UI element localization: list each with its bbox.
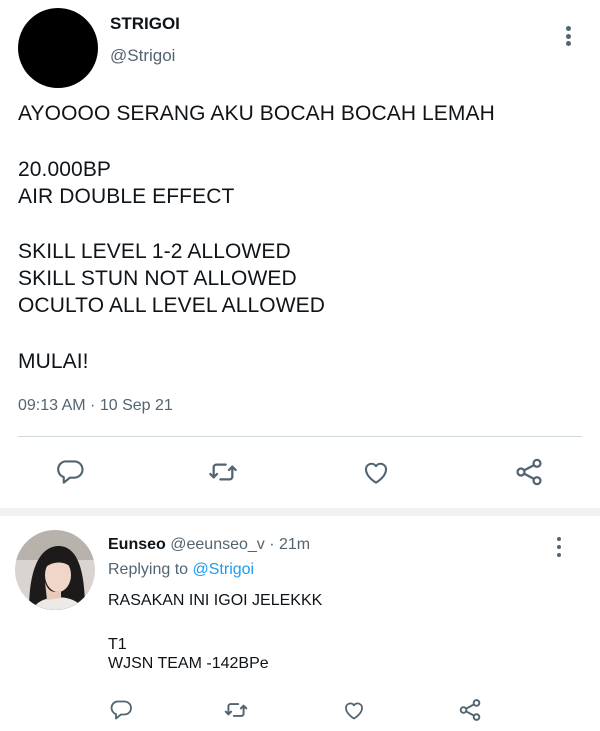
user-handle[interactable]: @eeunseo_v <box>170 536 265 553</box>
tweet-text-line: MULAI! <box>18 350 89 373</box>
tweet-text-line: SKILL LEVEL 1-2 ALLOWED <box>18 240 291 263</box>
user-handle[interactable]: @Strigoi <box>110 46 175 66</box>
thread-separator <box>0 508 600 516</box>
like-icon[interactable] <box>336 692 372 728</box>
display-name[interactable]: STRIGOI <box>110 14 180 34</box>
reply-icon[interactable] <box>103 692 139 728</box>
replying-to-label: Replying to <box>108 561 189 578</box>
reply-tweet: Eunseo @eeunseo_v · 21m Replying to @Str… <box>0 516 600 731</box>
avatar[interactable] <box>15 530 95 610</box>
reply-text-line: T1 <box>108 636 127 653</box>
tweet-text-line: 20.000BP <box>18 158 112 181</box>
share-icon[interactable] <box>452 692 488 728</box>
tweet-text-line: AIR DOUBLE EFFECT <box>18 185 235 208</box>
main-tweet: STRIGOI @Strigoi AYOOOO SERANG AKU BOCAH… <box>0 0 600 508</box>
more-options-icon[interactable] <box>558 24 578 48</box>
more-options-icon[interactable] <box>549 536 569 558</box>
retweet-icon[interactable] <box>218 692 254 728</box>
reply-text-line: WJSN TEAM -142BPe <box>108 655 269 672</box>
tweet-text-line: OCULTO ALL LEVEL ALLOWED <box>18 294 326 317</box>
reply-icon[interactable] <box>52 454 88 490</box>
reply-text-line: RASAKAN INI IGOI JELEKKK <box>108 592 323 609</box>
retweet-icon[interactable] <box>205 454 241 490</box>
mention-link[interactable]: @Strigoi <box>193 561 255 578</box>
tweet-text-line: SKILL STUN NOT ALLOWED <box>18 267 297 290</box>
reply-header: Eunseo @eeunseo_v · 21m <box>108 536 310 554</box>
divider <box>18 436 582 437</box>
share-icon[interactable] <box>511 454 547 490</box>
tweet-text-line: AYOOOO SERANG AKU BOCAH BOCAH LEMAH <box>18 102 495 125</box>
tweet-timestamp[interactable]: 09:13 AM · 10 Sep 21 <box>18 397 173 415</box>
like-icon[interactable] <box>358 454 394 490</box>
avatar[interactable] <box>18 8 98 88</box>
reply-time[interactable]: · 21m <box>269 536 310 553</box>
replying-to-line: Replying to @Strigoi <box>108 561 254 579</box>
display-name[interactable]: Eunseo <box>108 536 166 553</box>
